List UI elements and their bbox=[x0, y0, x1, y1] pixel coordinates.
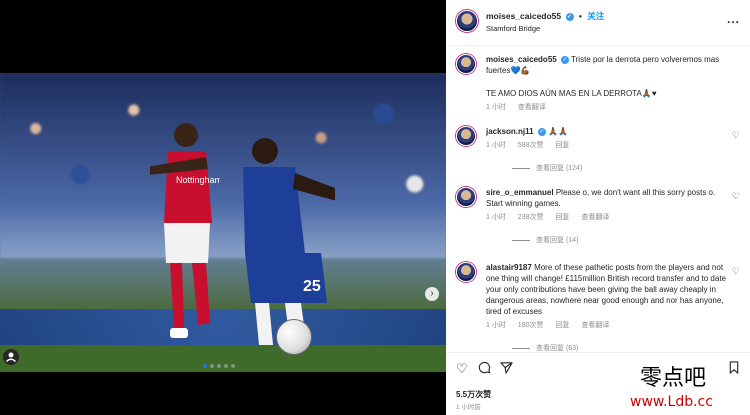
ad-board bbox=[0, 309, 446, 349]
post-panel: moises_caicedo55 ✓ • 关注 Stamford Bridge … bbox=[446, 0, 750, 415]
chevron-right-icon[interactable]: › bbox=[425, 287, 439, 301]
reply-button[interactable]: 回复 bbox=[555, 142, 569, 149]
view-replies-button[interactable]: 查看回复 (63) bbox=[512, 343, 746, 352]
comment-item: alastair9187 More of these pathetic post… bbox=[456, 262, 746, 352]
comment-likes[interactable]: 588次赞 bbox=[518, 142, 544, 149]
caption: moises_caicedo55 ✓ Triste por la derrota… bbox=[456, 54, 746, 113]
post-media: Nottingham 25 › bbox=[0, 0, 446, 415]
verified-icon: ✓ bbox=[537, 127, 546, 136]
avatar[interactable] bbox=[456, 187, 476, 207]
post-header: moises_caicedo55 ✓ • 关注 Stamford Bridge … bbox=[446, 0, 750, 46]
share-icon[interactable] bbox=[500, 361, 513, 377]
follow-button[interactable]: 关注 bbox=[587, 11, 604, 21]
more-icon[interactable]: ... bbox=[727, 12, 740, 26]
comments-list[interactable]: moises_caicedo55 ✓ Triste por la derrota… bbox=[446, 46, 750, 352]
view-replies-button[interactable]: 查看回复 (14) bbox=[512, 235, 746, 245]
verified-icon: ✓ bbox=[565, 12, 574, 21]
post-photo[interactable]: Nottingham 25 › bbox=[0, 73, 446, 372]
comment-item: sire_o_emmanuel Please o, we don't want … bbox=[456, 187, 746, 245]
see-translation-link[interactable]: 查看翻译 bbox=[581, 214, 609, 221]
caption-text-2: TE AMO DIOS AÚN MAS EN LA DERROTA🙏🏾♥ bbox=[486, 89, 657, 98]
dot-separator: • bbox=[578, 11, 582, 21]
heart-icon[interactable]: ♡ bbox=[732, 130, 740, 141]
comment-likes[interactable]: 180次赞 bbox=[518, 322, 544, 329]
carousel-dot bbox=[217, 364, 221, 368]
comment-username[interactable]: sire_o_emmanuel bbox=[486, 188, 554, 197]
caption-time: 1 小时 bbox=[486, 104, 506, 111]
view-replies-button[interactable]: 查看回复 (124) bbox=[512, 163, 746, 173]
verified-icon: ✓ bbox=[560, 55, 569, 64]
forest-player: Nottingham bbox=[150, 123, 220, 338]
avatar[interactable] bbox=[456, 126, 476, 146]
avatar[interactable] bbox=[456, 10, 478, 32]
heart-icon[interactable]: ♡ bbox=[732, 266, 740, 277]
comment-item: jackson.nj11 ✓ 🙏🏾🙏🏾 1 小时 588次赞 回复 ♡ 查看回复… bbox=[456, 126, 746, 173]
header-username[interactable]: moises_caicedo55 bbox=[486, 11, 561, 21]
comment-time: 1 小时 bbox=[486, 142, 506, 149]
carousel-dot bbox=[224, 364, 228, 368]
post-date: 1 小时前 bbox=[456, 404, 481, 411]
comment-username[interactable]: jackson.nj11 bbox=[486, 127, 534, 136]
reply-button[interactable]: 回复 bbox=[555, 214, 569, 221]
reply-button[interactable]: 回复 bbox=[555, 322, 569, 329]
user-tag-icon[interactable] bbox=[3, 349, 19, 365]
carousel-dot bbox=[210, 364, 214, 368]
see-translation-link[interactable]: 查看翻译 bbox=[581, 322, 609, 329]
avatar[interactable] bbox=[456, 54, 476, 74]
comment-likes[interactable]: 238次赞 bbox=[518, 214, 544, 221]
comment-time: 1 小时 bbox=[486, 322, 506, 329]
location-link[interactable]: Stamford Bridge bbox=[486, 24, 540, 33]
comment-time: 1 小时 bbox=[486, 214, 506, 221]
bookmark-icon[interactable] bbox=[728, 361, 740, 377]
sponsor-text: Nottingham bbox=[176, 175, 220, 185]
see-translation-link[interactable]: 查看翻译 bbox=[518, 104, 546, 111]
comment-text: 🙏🏾🙏🏾 bbox=[548, 127, 568, 136]
football bbox=[276, 319, 312, 355]
carousel-dot-active bbox=[203, 364, 207, 368]
heart-icon[interactable]: ♡ bbox=[456, 361, 468, 377]
carousel-dots bbox=[203, 364, 235, 368]
crowd-background bbox=[0, 73, 446, 259]
comment-username[interactable]: alastair9187 bbox=[486, 263, 532, 272]
comment-icon[interactable] bbox=[478, 361, 491, 377]
carousel-dot bbox=[231, 364, 235, 368]
heart-icon[interactable]: ♡ bbox=[732, 191, 740, 202]
caption-username[interactable]: moises_caicedo55 bbox=[486, 55, 557, 64]
watermark-url: www.Ldb.cc bbox=[630, 394, 713, 410]
jersey-number: 25 bbox=[303, 278, 321, 295]
likes-count[interactable]: 5.5万次赞 bbox=[456, 389, 491, 400]
avatar[interactable] bbox=[456, 262, 476, 282]
watermark-logo: 零点吧 bbox=[640, 366, 707, 391]
